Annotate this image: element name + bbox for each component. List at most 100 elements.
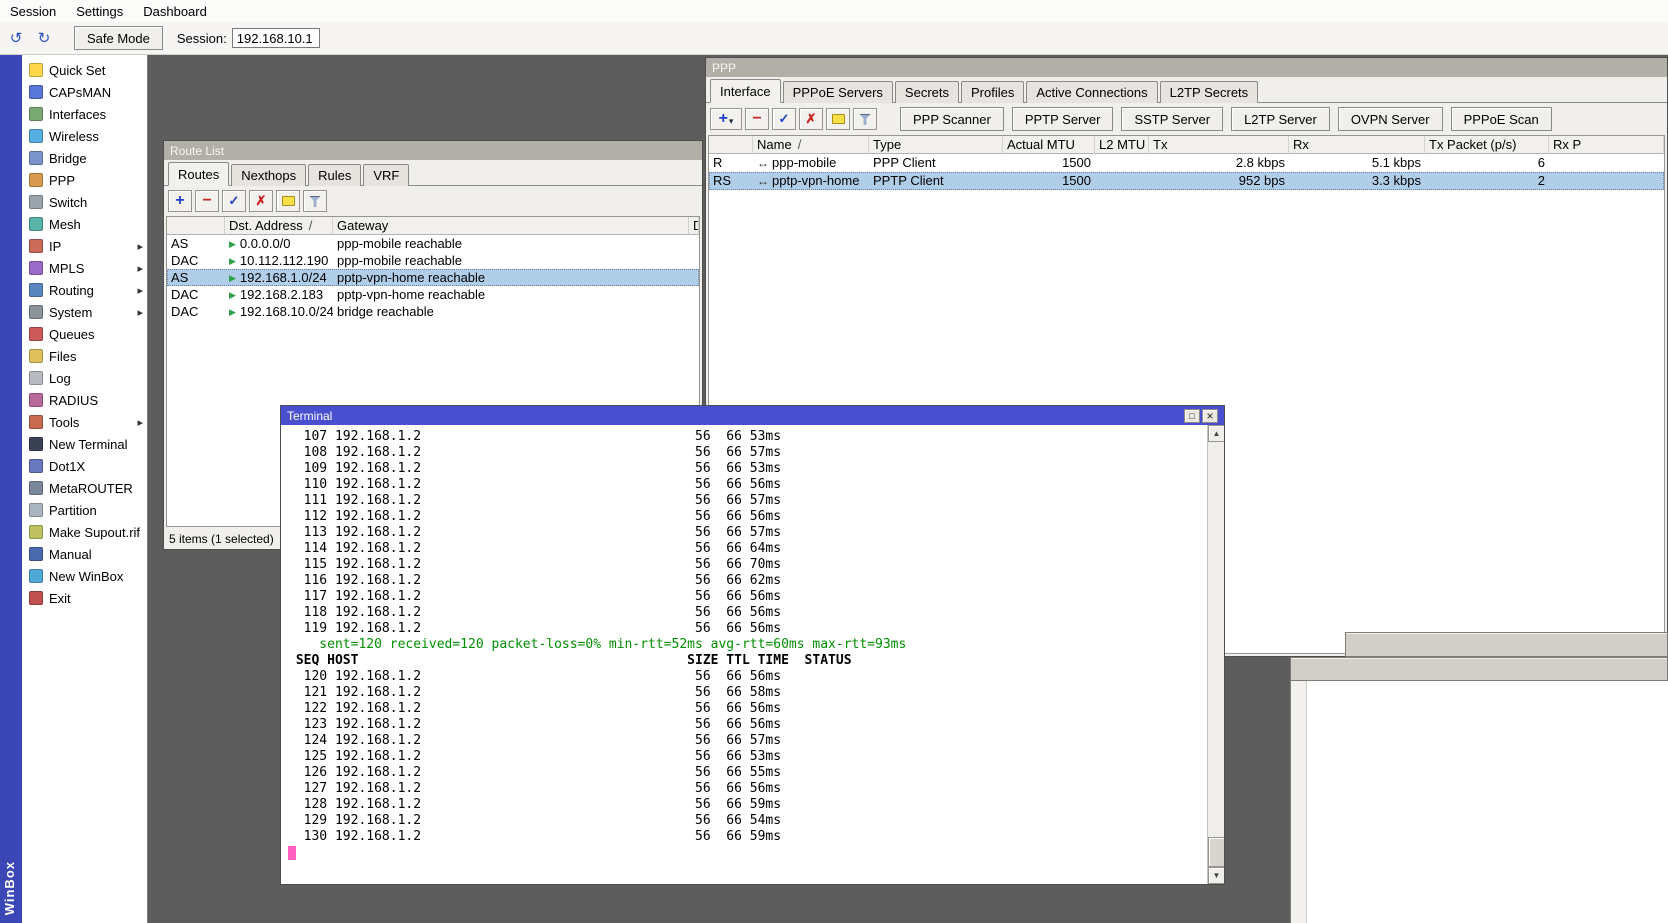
disable-button[interactable] <box>799 108 823 130</box>
sidebar-item[interactable]: CAPsMAN <box>22 81 147 103</box>
menu-item[interactable]: Dashboard <box>133 2 217 21</box>
tab[interactable]: L2TP Secrets <box>1159 81 1259 103</box>
tab[interactable]: Active Connections <box>1026 81 1158 103</box>
ppp-titlebar[interactable]: PPP <box>706 58 1667 77</box>
maximize-button[interactable] <box>1184 408 1200 423</box>
menu-item[interactable]: Session <box>0 2 66 21</box>
sidebar-item[interactable]: Routing ▸ <box>22 279 147 301</box>
remove-button[interactable] <box>195 190 219 212</box>
table-row[interactable]: DAC 192.168.10.0/24 bridge reachable <box>167 303 699 320</box>
disable-button[interactable] <box>249 190 273 212</box>
comment-button[interactable] <box>826 108 850 130</box>
sidebar-item[interactable]: IP ▸ <box>22 235 147 257</box>
sidebar-item[interactable]: Wireless <box>22 125 147 147</box>
col-tx-packet[interactable]: Tx Packet (p/s) <box>1425 136 1549 154</box>
tab[interactable]: Routes <box>168 162 230 186</box>
sidebar-item[interactable]: Interfaces <box>22 103 147 125</box>
col-flags[interactable] <box>709 136 753 154</box>
sidebar-item[interactable]: MetaROUTER <box>22 477 147 499</box>
quick-set-icon <box>29 63 43 77</box>
close-button[interactable] <box>1202 408 1218 423</box>
col-distance[interactable]: Dis <box>689 217 699 235</box>
table-row[interactable]: AS 0.0.0.0/0 ppp-mobile reachable <box>167 235 699 252</box>
col-gateway[interactable]: Gateway <box>333 217 689 235</box>
ppp-action-button[interactable]: PPP Scanner <box>900 107 1004 131</box>
sidebar-item[interactable]: Dot1X <box>22 455 147 477</box>
sidebar-item[interactable]: Log <box>22 367 147 389</box>
safe-mode-button[interactable]: Safe Mode <box>74 26 163 50</box>
sidebar-item[interactable]: New WinBox <box>22 565 147 587</box>
sidebar-item[interactable]: Switch <box>22 191 147 213</box>
sidebar-item[interactable]: Quick Set <box>22 59 147 81</box>
sidebar-item[interactable]: RADIUS <box>22 389 147 411</box>
terminal-scrollbar[interactable] <box>1207 425 1224 884</box>
sidebar-item[interactable]: Make Supout.rif <box>22 521 147 543</box>
terminal-titlebar[interactable]: Terminal <box>281 406 1224 425</box>
sidebar-item[interactable]: System ▸ <box>22 301 147 323</box>
add-button[interactable] <box>710 108 742 130</box>
scrollbar-thumb[interactable] <box>1208 837 1224 867</box>
partition-icon <box>29 503 43 517</box>
ppp-action-button[interactable]: SSTP Server <box>1121 107 1224 131</box>
sidebar-item[interactable]: Exit <box>22 587 147 609</box>
tab[interactable]: PPPoE Servers <box>782 81 893 103</box>
table-row[interactable]: R ppp-mobile PPP Client 1500 2.8 kbps 5.… <box>709 154 1664 172</box>
table-row[interactable]: RS pptp-vpn-home PPTP Client 1500 952 bp… <box>709 172 1664 190</box>
tab[interactable]: Profiles <box>961 81 1025 103</box>
sidebar-item[interactable]: Files <box>22 345 147 367</box>
tab[interactable]: Secrets <box>894 81 959 103</box>
sidebar-item[interactable]: Tools ▸ <box>22 411 147 433</box>
table-row[interactable]: DAC 10.112.112.190 ppp-mobile reachable <box>167 252 699 269</box>
add-button[interactable] <box>168 190 192 212</box>
remove-button[interactable] <box>745 108 769 130</box>
tab[interactable]: Rules <box>308 164 362 186</box>
enable-button[interactable] <box>222 190 246 212</box>
session-input[interactable] <box>231 28 320 48</box>
tab[interactable]: Nexthops <box>231 164 307 186</box>
terminal-content[interactable]: 107 192.168.1.2 56 66 53ms 108 192.168.1… <box>281 425 1207 884</box>
ppp-action-button[interactable]: PPPoE Scan <box>1450 107 1552 131</box>
col-actual-mtu[interactable]: Actual MTU <box>1003 136 1095 154</box>
background-window-bar[interactable] <box>1290 657 1668 681</box>
col-flags[interactable] <box>167 217 225 235</box>
col-type[interactable]: Type <box>869 136 1003 154</box>
menu-item[interactable]: Settings <box>66 2 133 21</box>
comment-button[interactable] <box>276 190 300 212</box>
col-rx-packet[interactable]: Rx P <box>1549 136 1664 154</box>
scroll-up-button[interactable] <box>1208 425 1224 442</box>
terminal-body: 107 192.168.1.2 56 66 53ms 108 192.168.1… <box>281 425 1224 884</box>
sidebar-item[interactable]: Mesh <box>22 213 147 235</box>
check-icon <box>229 193 240 209</box>
col-rx[interactable]: Rx <box>1289 136 1425 154</box>
col-dst-address[interactable]: Dst. Address / <box>225 217 333 235</box>
filter-button[interactable] <box>303 190 327 212</box>
col-tx[interactable]: Tx <box>1149 136 1289 154</box>
route-list-titlebar[interactable]: Route List <box>164 141 702 160</box>
sidebar-item[interactable]: PPP <box>22 169 147 191</box>
sort-indicator: / <box>797 137 802 152</box>
sidebar-item[interactable]: MPLS ▸ <box>22 257 147 279</box>
redo-button[interactable] <box>32 26 56 50</box>
ppp-action-button[interactable]: OVPN Server <box>1337 107 1443 131</box>
ppp-action-button[interactable]: L2TP Server <box>1231 107 1330 131</box>
undo-icon <box>10 29 23 47</box>
undo-button[interactable] <box>4 26 28 50</box>
col-l2-mtu[interactable]: L2 MTU <box>1095 136 1149 154</box>
enable-button[interactable] <box>772 108 796 130</box>
sidebar-item[interactable]: Bridge <box>22 147 147 169</box>
table-row[interactable]: DAC 192.168.2.183 pptp-vpn-home reachabl… <box>167 286 699 303</box>
sidebar-item[interactable]: Partition <box>22 499 147 521</box>
ppp-action-button[interactable]: PPTP Server <box>1011 107 1114 131</box>
tab[interactable]: VRF <box>363 164 410 186</box>
sidebar-item[interactable]: New Terminal <box>22 433 147 455</box>
sidebar-item[interactable]: Manual <box>22 543 147 565</box>
scroll-down-button[interactable] <box>1208 867 1224 884</box>
col-name[interactable]: Name / <box>753 136 869 154</box>
terminal-line: 124 192.168.1.2 56 66 57ms <box>288 733 782 748</box>
filter-button[interactable] <box>853 108 877 130</box>
background-window-body[interactable] <box>1290 681 1668 923</box>
table-row[interactable]: AS 192.168.1.0/24 pptp-vpn-home reachabl… <box>167 269 699 286</box>
sidebar-item[interactable]: Queues <box>22 323 147 345</box>
tab[interactable]: Interface <box>710 79 781 103</box>
background-window-bar[interactable] <box>1345 632 1668 657</box>
